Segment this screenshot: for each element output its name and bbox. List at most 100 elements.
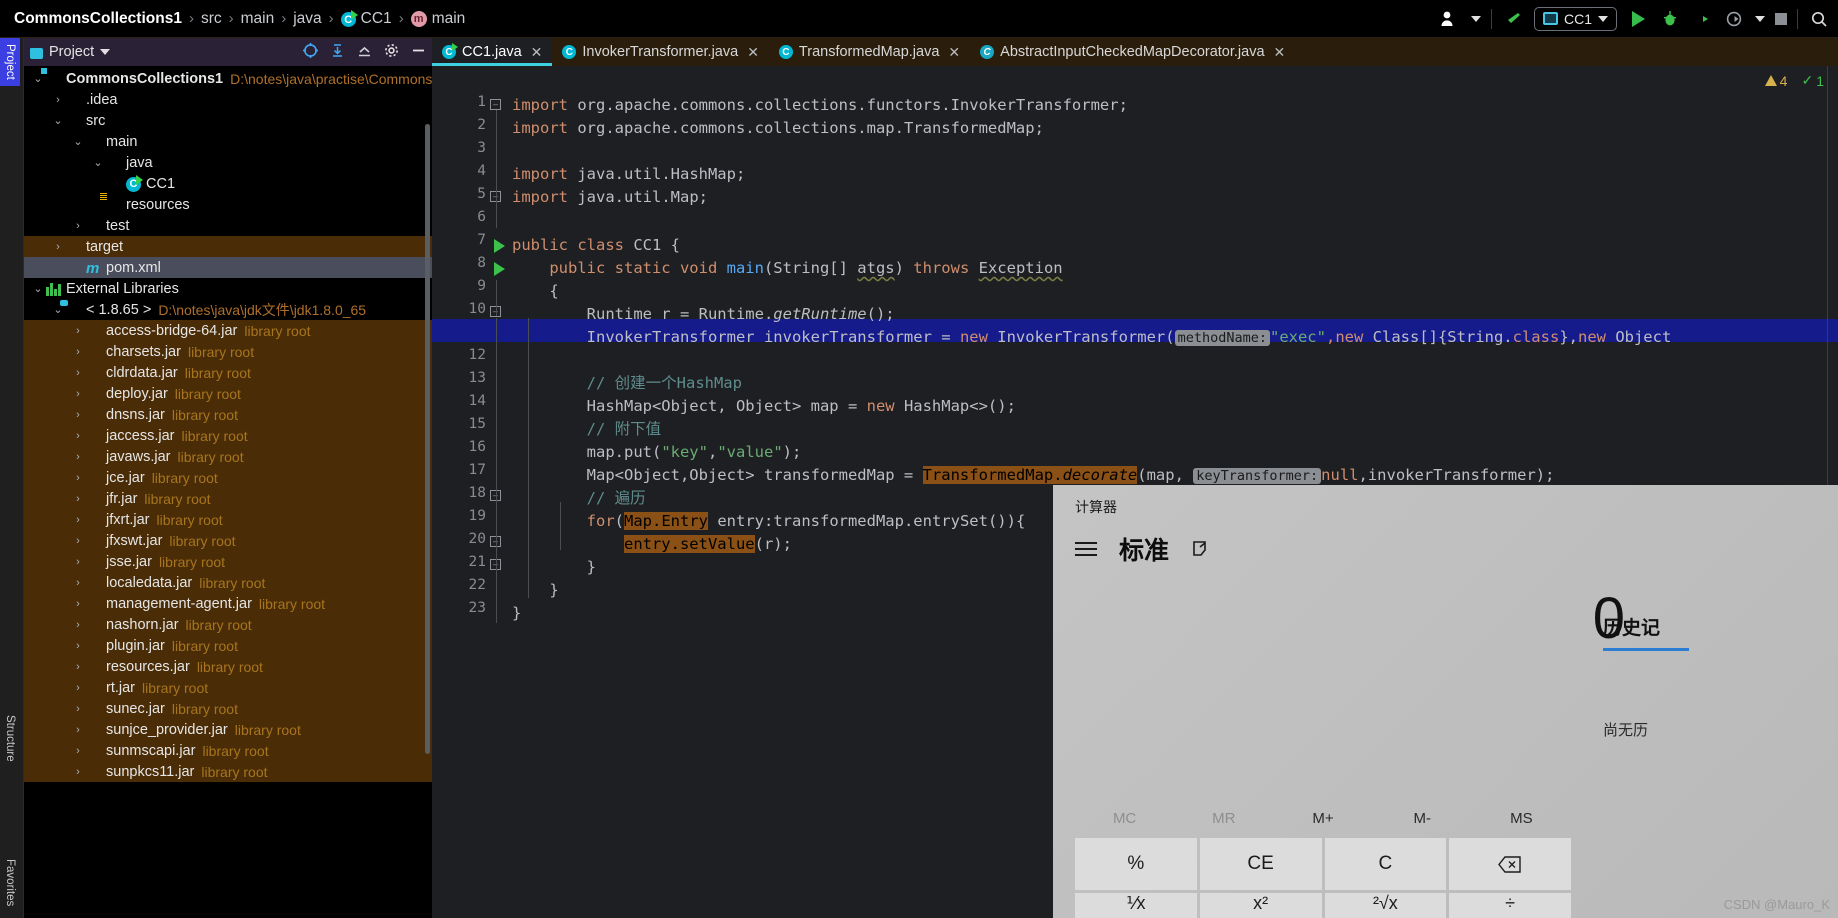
account-dropdown-icon[interactable] bbox=[1470, 15, 1481, 22]
run-icon[interactable] bbox=[1627, 8, 1649, 30]
tree-twisty[interactable]: ⌄ bbox=[70, 135, 86, 148]
search-icon[interactable] bbox=[1808, 8, 1830, 30]
memory-add-button[interactable]: M+ bbox=[1273, 810, 1372, 827]
tree-twisty[interactable]: › bbox=[70, 472, 86, 484]
run-class-gutter-icon[interactable] bbox=[494, 239, 505, 253]
tree-twisty[interactable]: › bbox=[70, 514, 86, 526]
close-icon[interactable]: ✕ bbox=[531, 44, 543, 61]
tree-item[interactable]: › test bbox=[24, 215, 432, 236]
memory-clear-button[interactable]: MC bbox=[1075, 810, 1174, 827]
tree-twisty[interactable]: › bbox=[70, 766, 86, 778]
tree-item[interactable]: C CC1 bbox=[24, 173, 432, 194]
tree-item[interactable]: › rt.jar library root bbox=[24, 677, 432, 698]
tree-twisty[interactable]: › bbox=[70, 703, 86, 715]
breadcrumb-item-src[interactable]: src bbox=[201, 10, 222, 28]
tree-item[interactable]: › nashorn.jar library root bbox=[24, 614, 432, 635]
tree-twisty[interactable]: › bbox=[70, 367, 86, 379]
tree-item[interactable]: › jfxrt.jar library root bbox=[24, 509, 432, 530]
divide-button[interactable]: ÷ bbox=[1449, 893, 1571, 918]
memory-subtract-button[interactable]: M- bbox=[1373, 810, 1472, 827]
hide-panel-icon[interactable] bbox=[411, 43, 426, 61]
tree-item[interactable]: › jfr.jar library root bbox=[24, 488, 432, 509]
tree-item[interactable]: m pom.xml bbox=[24, 257, 432, 278]
breadcrumb-item-project[interactable]: CommonsCollections1 bbox=[14, 10, 182, 28]
clear-button[interactable]: C bbox=[1324, 838, 1447, 890]
tree-twisty[interactable]: › bbox=[70, 598, 86, 610]
tree-twisty[interactable]: › bbox=[70, 430, 86, 442]
tree-item[interactable]: › jfxswt.jar library root bbox=[24, 530, 432, 551]
tree-twisty[interactable]: ⌄ bbox=[90, 156, 106, 169]
history-tab[interactable]: 历史记 bbox=[1603, 613, 1838, 640]
tree-item[interactable]: ⌄ CommonsCollections1 D:\notes\java\practi… bbox=[24, 68, 432, 89]
tree-item[interactable]: › management-agent.jar library root bbox=[24, 593, 432, 614]
square-root-button[interactable]: ²√х bbox=[1324, 893, 1447, 918]
tree-twisty[interactable]: › bbox=[70, 346, 86, 358]
breadcrumb-item-java[interactable]: java bbox=[293, 10, 321, 28]
tree-twisty[interactable]: › bbox=[70, 535, 86, 547]
tree-item[interactable]: ⌄ External Libraries bbox=[24, 278, 432, 299]
project-tree[interactable]: ⌄ CommonsCollections1 D:\notes\java\practi… bbox=[24, 66, 432, 782]
tree-twisty[interactable]: › bbox=[70, 220, 86, 232]
tree-twisty[interactable]: › bbox=[70, 325, 86, 337]
editor-tab[interactable]: C AbstractInputCheckedMapDecorator.java ✕ bbox=[970, 38, 1295, 66]
tree-twisty[interactable]: ⌄ bbox=[30, 72, 46, 85]
run-method-gutter-icon[interactable] bbox=[494, 262, 505, 276]
editor-tab[interactable]: C CC1.java ✕ bbox=[432, 38, 553, 66]
percent-button[interactable]: % bbox=[1075, 838, 1197, 890]
tree-item[interactable]: › resources.jar library root bbox=[24, 656, 432, 677]
tree-twisty[interactable]: ⌄ bbox=[50, 114, 66, 127]
locate-icon[interactable] bbox=[303, 43, 318, 61]
account-icon[interactable] bbox=[1439, 8, 1461, 30]
reciprocal-button[interactable]: ⅟х bbox=[1075, 893, 1197, 918]
tree-item[interactable]: › sunec.jar library root bbox=[24, 698, 432, 719]
tree-item[interactable]: › javaws.jar library root bbox=[24, 446, 432, 467]
fold-glyph-imports[interactable]: – bbox=[490, 99, 501, 110]
backspace-button[interactable] bbox=[1449, 838, 1571, 890]
tree-twisty[interactable]: › bbox=[70, 724, 86, 736]
sidebar-item-favorites[interactable]: Favorites bbox=[0, 853, 20, 912]
editor-tab[interactable]: C InvokerTransformer.java ✕ bbox=[552, 38, 769, 66]
tree-item[interactable]: › plugin.jar library root bbox=[24, 635, 432, 656]
collapse-all-icon[interactable] bbox=[330, 43, 345, 61]
sidebar-item-structure[interactable]: Structure bbox=[0, 709, 20, 768]
tree-twisty[interactable]: › bbox=[70, 451, 86, 463]
breadcrumb-item-class[interactable]: CC1 bbox=[361, 10, 392, 28]
tree-twisty[interactable]: › bbox=[50, 94, 66, 106]
tree-item[interactable]: › access-bridge-64.jar library root bbox=[24, 320, 432, 341]
profiler-dropdown-icon[interactable] bbox=[1755, 15, 1765, 22]
tree-twisty[interactable]: › bbox=[70, 745, 86, 757]
memory-recall-button[interactable]: MR bbox=[1174, 810, 1273, 827]
calculator-window[interactable]: 计算器 标准 0 MC MR M+ M- MS % CE C ⅟х х² ²√х… bbox=[1053, 485, 1838, 918]
tree-twisty[interactable]: › bbox=[70, 682, 86, 694]
tree-item[interactable]: › jsse.jar library root bbox=[24, 551, 432, 572]
tree-twisty[interactable]: ⌄ bbox=[30, 282, 46, 295]
debug-icon[interactable] bbox=[1659, 8, 1681, 30]
settings-icon[interactable] bbox=[384, 43, 399, 61]
sidebar-item-project[interactable]: Project bbox=[0, 38, 20, 86]
tree-twisty[interactable]: › bbox=[70, 619, 86, 631]
editor-tab-bar[interactable]: C CC1.java ✕ C InvokerTransformer.java ✕ C Tran… bbox=[432, 38, 1838, 66]
tree-twisty[interactable]: › bbox=[70, 556, 86, 568]
inspection-widget[interactable]: 4 ✓ 1 bbox=[1764, 72, 1824, 89]
tree-twisty[interactable]: › bbox=[70, 577, 86, 589]
tree-item[interactable]: › .idea bbox=[24, 89, 432, 110]
tree-item[interactable]: ⌄ < 1.8.65 > D:\notes\java\jdk文件\jdk1.8.0_… bbox=[24, 299, 432, 320]
square-button[interactable]: х² bbox=[1199, 893, 1322, 918]
tree-twisty[interactable]: › bbox=[70, 493, 86, 505]
expand-icon[interactable] bbox=[357, 43, 372, 61]
close-icon[interactable]: ✕ bbox=[747, 44, 759, 61]
stop-icon[interactable] bbox=[1775, 12, 1787, 25]
breadcrumb-item-main[interactable]: main bbox=[241, 10, 275, 28]
tree-twisty[interactable]: › bbox=[70, 388, 86, 400]
warning-count[interactable]: 4 bbox=[1764, 73, 1787, 89]
run-configuration-selector[interactable]: CC1 bbox=[1533, 6, 1617, 31]
tree-item[interactable]: › localedata.jar library root bbox=[24, 572, 432, 593]
tree-item[interactable]: resources bbox=[24, 194, 432, 215]
tree-item[interactable]: › target bbox=[24, 236, 432, 257]
tree-item[interactable]: › cldrdata.jar library root bbox=[24, 362, 432, 383]
tree-item[interactable]: › dnsns.jar library root bbox=[24, 404, 432, 425]
tree-item[interactable]: › jaccess.jar library root bbox=[24, 425, 432, 446]
tree-item[interactable]: ⌄ main bbox=[24, 131, 432, 152]
clear-entry-button[interactable]: CE bbox=[1199, 838, 1322, 890]
tree-twisty[interactable]: › bbox=[70, 409, 86, 421]
